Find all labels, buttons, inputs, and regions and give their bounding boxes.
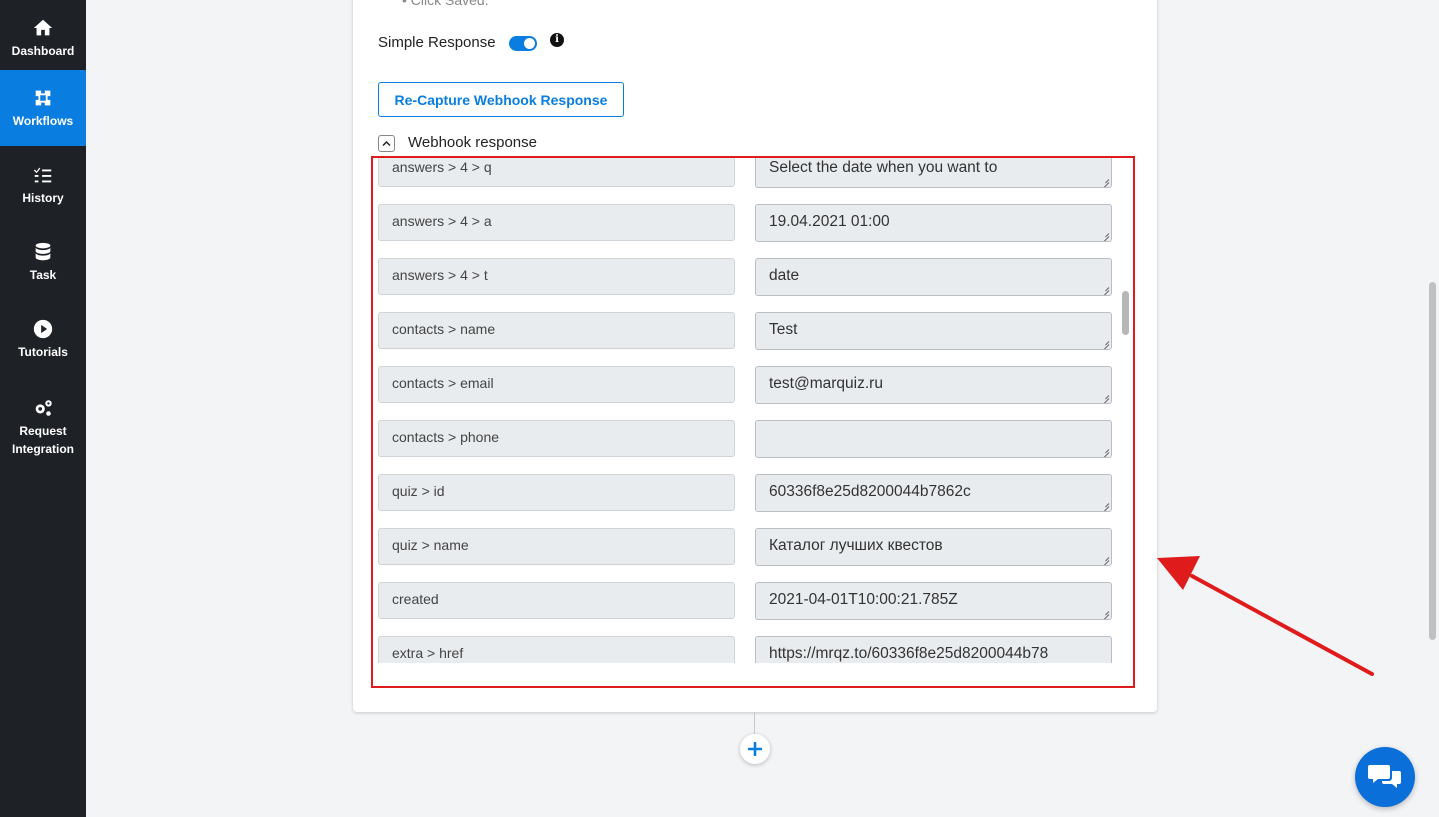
sidebar-item-label: Tutorials [18, 344, 68, 359]
database-icon [35, 242, 51, 260]
collapse-toggle[interactable] [378, 135, 395, 152]
sidebar-item-workflows[interactable]: Workflows [0, 70, 86, 146]
checklist-icon [33, 167, 52, 182]
chevron-up-icon [382, 140, 391, 147]
simple-response-row: Simple Response [378, 32, 496, 52]
sidebar-item-history[interactable]: History [0, 147, 86, 223]
play-icon [33, 319, 53, 338]
sidebar-item-tutorials[interactable]: Tutorials [0, 301, 86, 377]
webhook-response-title: Webhook response [408, 134, 537, 151]
gears-icon [35, 399, 52, 416]
instruction-bullet: • Click Saved. [402, 0, 489, 8]
toggle-knob [524, 38, 535, 49]
chat-icon [1368, 765, 1401, 788]
sidebar-item-label: Request Integration [12, 423, 74, 456]
sidebar-item-dashboard[interactable]: Dashboard [0, 0, 86, 76]
add-step-button[interactable] [740, 734, 770, 764]
simple-response-label: Simple Response [378, 33, 496, 51]
chat-button[interactable] [1355, 747, 1415, 807]
sidebar-item-label: Task [29, 267, 57, 282]
step-connector [754, 712, 755, 736]
simple-response-toggle[interactable] [509, 36, 537, 51]
sidebar-item-label: History [22, 190, 64, 205]
plus-icon [748, 742, 762, 756]
home-icon [33, 19, 53, 35]
recapture-webhook-button[interactable]: Re-Capture Webhook Response [378, 82, 624, 117]
sidebar-item-request-integration[interactable]: Request Integration [0, 386, 86, 468]
sidebar: Dashboard Workflows History Task Tutoria… [0, 0, 86, 817]
workflow-icon [35, 90, 51, 105]
sidebar-item-task[interactable]: Task [0, 224, 86, 300]
sidebar-item-label: Dashboard [11, 43, 75, 58]
highlight-annotation-box [371, 156, 1135, 688]
sidebar-item-label: Workflows [12, 113, 74, 128]
info-icon[interactable]: i [550, 33, 564, 47]
page-scrollbar-thumb[interactable] [1429, 282, 1436, 640]
